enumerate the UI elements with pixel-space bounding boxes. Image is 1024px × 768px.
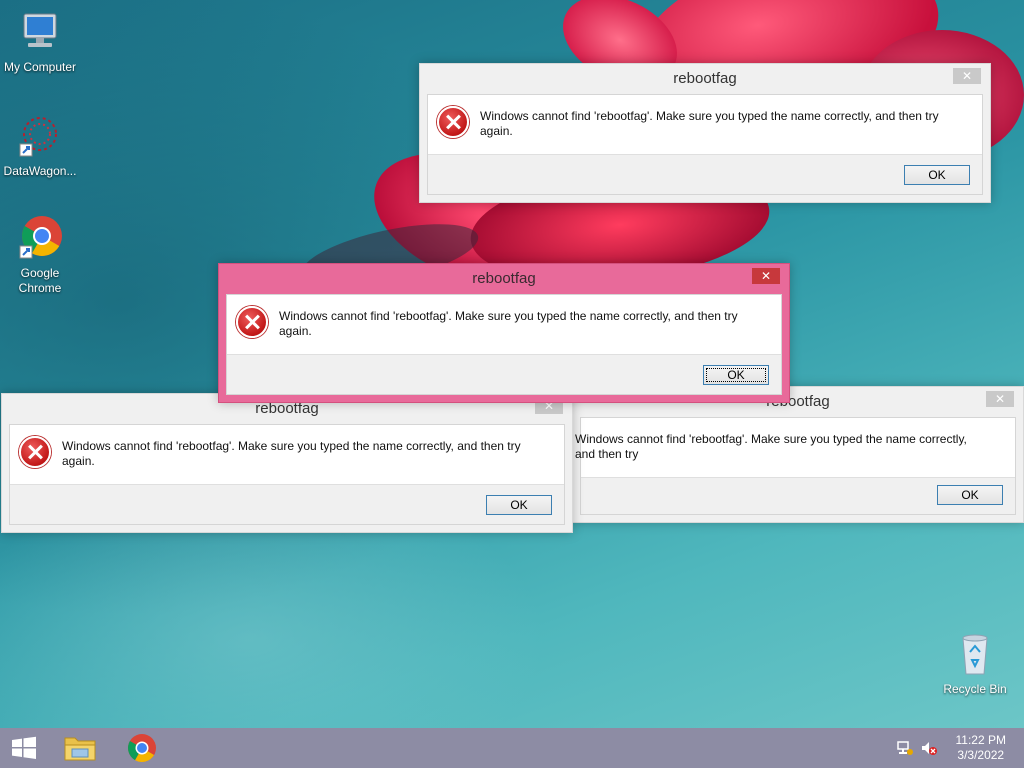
dialog-body: Windows cannot find 'rebootfag'. Make su… [427, 94, 983, 195]
error-dialog-active: rebootfag ✕ Windows cannot find 'rebootf… [218, 263, 790, 403]
dialog-message: Windows cannot find 'rebootfag'. Make su… [575, 432, 967, 461]
error-icon [236, 306, 268, 338]
network-icon[interactable] [896, 740, 914, 756]
taskbar-file-explorer[interactable] [60, 732, 100, 764]
desktop-icon-datawagon[interactable]: DataWagon... [0, 112, 80, 179]
desktop-icon-label: DataWagon... [3, 164, 77, 178]
dialog-content: Windows cannot find 'rebootfag'. Make su… [428, 95, 982, 155]
ok-button[interactable]: OK [937, 485, 1003, 505]
desktop-icon-google-chrome[interactable]: Google Chrome [0, 214, 80, 296]
desktop: My Computer DataWagon... Google Chrome R… [0, 0, 1024, 728]
dialog-body: Windows cannot find 'rebootfag'. Make su… [575, 417, 1016, 515]
chrome-icon [128, 734, 156, 762]
taskbar: 11:22 PM 3/3/2022 [0, 728, 1024, 768]
ok-button[interactable]: OK [703, 365, 769, 385]
dialog-title: rebootfag [472, 270, 536, 287]
error-dialog: rebootfag ✕ Windows cannot find 'rebootf… [572, 386, 1024, 523]
desktop-icon-my-computer[interactable]: My Computer [0, 8, 80, 75]
desktop-icon-label: My Computer [3, 60, 77, 74]
dialog-content: Windows cannot find 'rebootfag'. Make su… [575, 418, 1015, 478]
taskbar-chrome[interactable] [122, 732, 162, 764]
clock-date: 3/3/2022 [957, 748, 1005, 762]
close-button[interactable]: ✕ [986, 391, 1014, 407]
ok-button[interactable]: OK [486, 495, 552, 515]
desktop-icon-recycle-bin[interactable]: Recycle Bin [935, 630, 1015, 697]
computer-icon [16, 8, 64, 56]
dialog-body: Windows cannot find 'rebootfag'. Make su… [9, 424, 565, 525]
clock-time: 11:22 PM [955, 733, 1006, 747]
close-button[interactable]: ✕ [953, 68, 981, 84]
dialog-message: Windows cannot find 'rebootfag'. Make su… [279, 309, 738, 338]
dialog-content: Windows cannot find 'rebootfag'. Make su… [10, 425, 564, 485]
desktop-icon-label: Google Chrome [18, 266, 62, 295]
error-icon [19, 436, 51, 468]
error-icon [437, 106, 469, 138]
dialog-body: Windows cannot find 'rebootfag'. Make su… [226, 294, 782, 395]
volume-muted-icon[interactable] [920, 740, 938, 756]
desktop-icon-label: Recycle Bin [943, 682, 1007, 696]
recycle-bin-icon [951, 630, 999, 678]
dialog-message: Windows cannot find 'rebootfag'. Make su… [62, 439, 521, 468]
error-dialog: rebootfag ✕ Windows cannot find 'rebootf… [1, 393, 573, 533]
clock[interactable]: 11:22 PM 3/3/2022 [956, 733, 1006, 763]
start-button[interactable] [4, 732, 44, 764]
dialog-message: Windows cannot find 'rebootfag'. Make su… [480, 109, 939, 138]
close-button[interactable]: ✕ [752, 268, 780, 284]
folder-icon [64, 737, 96, 761]
chrome-icon [16, 214, 64, 262]
datawagon-icon [16, 112, 64, 160]
dialog-title: rebootfag [673, 70, 737, 87]
dialog-content: Windows cannot find 'rebootfag'. Make su… [227, 295, 781, 355]
error-dialog: rebootfag ✕ Windows cannot find 'rebootf… [419, 63, 991, 203]
ok-button[interactable]: OK [904, 165, 970, 185]
windows-logo-icon [12, 736, 36, 759]
